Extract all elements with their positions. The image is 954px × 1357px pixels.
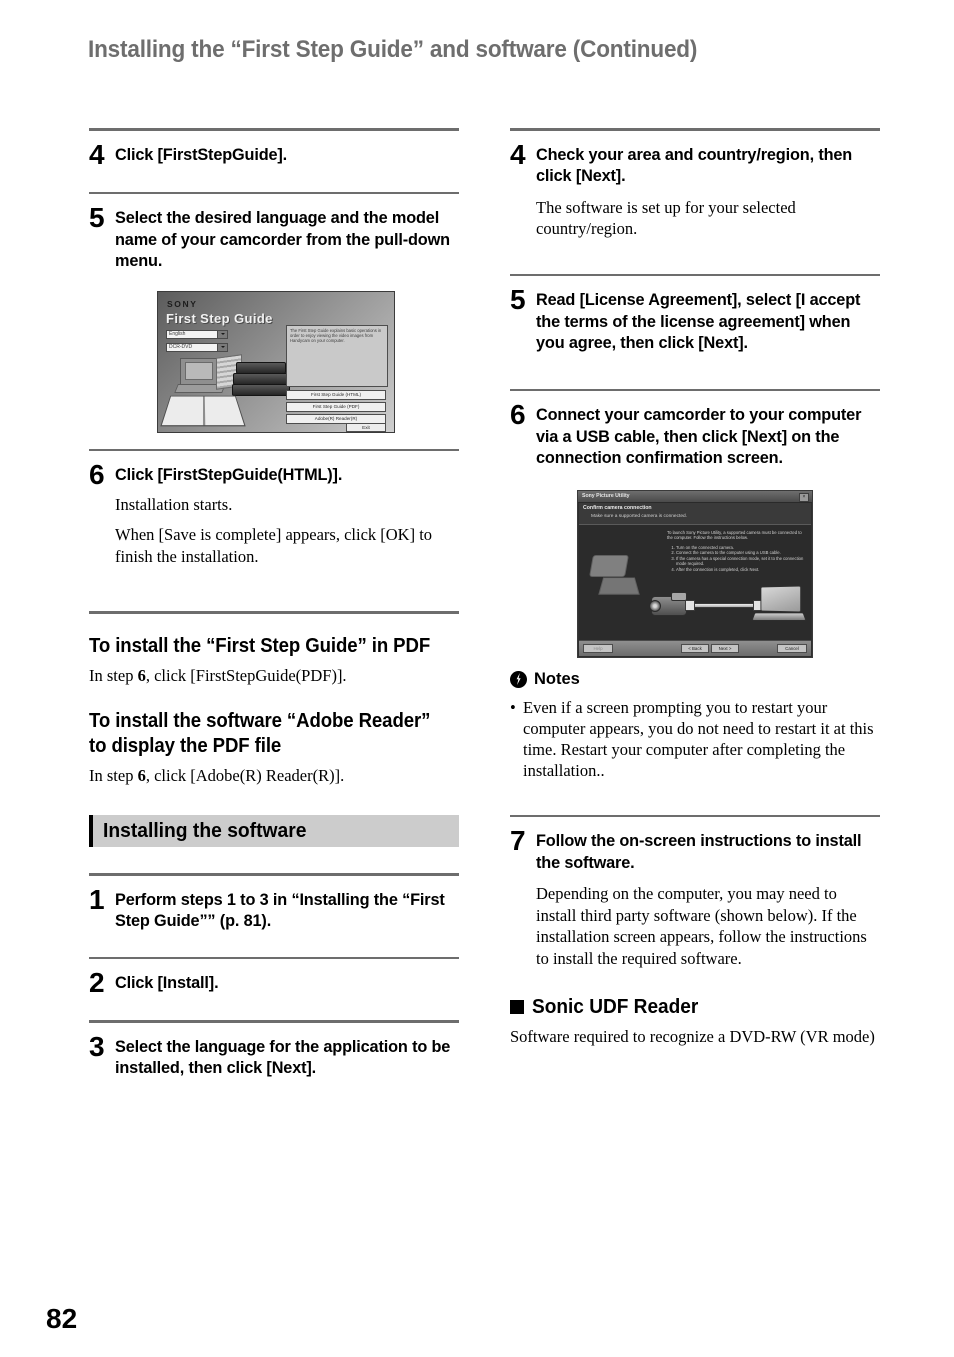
step-ref: 6: [137, 666, 146, 685]
model-dropdown[interactable]: DCR-DVD: [166, 342, 228, 352]
sonic-udf-reader-text: Software required to recognize a DVD-RW …: [510, 1027, 875, 1046]
description-text: The First Step Guide explains basic oper…: [290, 327, 382, 344]
usb-plug-left-icon: [685, 599, 695, 611]
step-heading: Perform steps 1 to 3 in “Installing the …: [115, 890, 445, 931]
black-square-icon: [510, 1000, 524, 1014]
sonic-udf-reader-heading: Sonic UDF Reader: [510, 995, 880, 1019]
step-block-1-left: 1 Perform steps 1 to 3 in “Installing th…: [89, 876, 459, 933]
subsection-heading-pdf: To install the “First Step Guide” in PDF: [89, 634, 431, 657]
page-title: Installing the “First Step Guide” and so…: [88, 36, 698, 63]
close-icon[interactable]: ×: [799, 492, 809, 502]
step-number: 2: [89, 967, 105, 998]
section-bar-label: Installing the software: [103, 819, 307, 842]
window-title: Sony Picture Utility: [582, 492, 630, 499]
first-step-guide-pdf-button[interactable]: First Step Guide (PDF): [286, 401, 386, 412]
section-bar-installing-software: Installing the software: [89, 815, 459, 847]
step-number: 6: [89, 459, 105, 490]
dialog-footer: Help < Back Next > Cancel: [579, 639, 811, 656]
dialog-header: Confirm camera connection Make sure a su…: [579, 502, 811, 525]
dialog-header-line2: Make sure a supported camera is connecte…: [591, 513, 687, 519]
step-text: Depending on the computer, you may need …: [536, 884, 867, 968]
book-stack-illustration: [232, 361, 290, 402]
step-block-6-right: 6 Connect your camcorder to your compute…: [510, 391, 880, 470]
next-button[interactable]: Next >: [711, 643, 739, 653]
bolt-badge-icon: [510, 670, 527, 688]
connection-confirmation-screenshot: Sony Picture Utility × Confirm camera co…: [577, 489, 813, 658]
exit-button[interactable]: Exit: [346, 422, 386, 432]
step-number: 7: [510, 825, 526, 856]
first-step-guide-screenshot: SONY First Step Guide English DCR-DVD Th…: [157, 290, 395, 433]
step-number: 5: [510, 284, 526, 315]
instructions-block: To launch Sony Picture Utility, a suppor…: [667, 530, 806, 573]
step-number: 4: [510, 138, 526, 170]
step-number: 1: [89, 883, 105, 915]
chevron-down-icon: [217, 330, 227, 338]
first-step-guide-html-button[interactable]: First Step Guide (HTML): [286, 389, 386, 400]
step-heading: Select the desired language and the mode…: [115, 209, 450, 270]
step-heading: Follow the on-screen instructions to ins…: [536, 832, 862, 872]
ghost-illustration: [589, 553, 645, 605]
sonic-udf-reader-label: Sonic UDF Reader: [532, 995, 699, 1018]
step-block-7-right: 7 Follow the on-screen instructions to i…: [510, 817, 880, 969]
instructions-list: Turn on the connected camera. Connect th…: [667, 545, 806, 573]
step-ref: 6: [137, 766, 146, 785]
back-button[interactable]: < Back: [681, 643, 709, 653]
window-titlebar: Sony Picture Utility ×: [578, 490, 812, 503]
step-number: 6: [510, 399, 526, 430]
text-suffix: , click [FirstStepGuide(PDF)].: [145, 666, 347, 685]
instruction-item: After the connection is completed, click…: [676, 567, 806, 573]
laptop-illustration: [751, 584, 807, 622]
help-button[interactable]: Help: [583, 643, 613, 653]
note-list-item: • Even if a screen prompting you to rest…: [510, 697, 880, 781]
step-block-4-right: 4 Check your area and country/region, th…: [510, 131, 880, 240]
note-text: Even if a screen prompting you to restar…: [523, 697, 874, 780]
subsection-body-pdf: In step 6, click [FirstStepGuide(PDF)].: [89, 665, 459, 687]
text-prefix: In step: [89, 666, 138, 685]
dialog-header-line1: Confirm camera connection: [583, 504, 652, 511]
step-block-5-right: 5 Read [License Agreement], select [I ac…: [510, 276, 880, 355]
sony-logo: SONY: [167, 298, 198, 309]
instructions-intro: To launch Sony Picture Utility, a suppor…: [667, 529, 802, 541]
step-text: The software is set up for your selected…: [536, 197, 796, 239]
language-dropdown[interactable]: English: [166, 329, 228, 339]
step-text: Installation starts.: [115, 494, 233, 514]
description-panel: The First Step Guide explains basic oper…: [286, 324, 388, 387]
step-heading: Click [Install].: [115, 974, 219, 992]
text-prefix: In step: [89, 766, 138, 785]
screenshot-title: First Step Guide: [166, 310, 273, 326]
step-heading: Read [License Agreement], select [I acce…: [536, 291, 861, 352]
chevron-down-icon: [217, 343, 227, 351]
notes-title: Notes: [534, 669, 580, 688]
language-dropdown-value: English: [169, 330, 186, 337]
page-number: 82: [46, 1303, 78, 1334]
usb-cable-illustration: [691, 602, 757, 608]
step-block-6-left: 6 Click [FirstStepGuide(HTML)]. Installa…: [89, 451, 459, 567]
step-heading: Click [FirstStepGuide(HTML)].: [115, 466, 343, 484]
dialog-body: To launch Sony Picture Utility, a suppor…: [579, 524, 811, 640]
left-column: 4 Click [FirstStepGuide]. 5 Select the d…: [89, 128, 459, 1080]
step-text: When [Save is complete] appears, click […: [115, 525, 433, 566]
subsection-body-reader: In step 6, click [Adobe(R) Reader(R)].: [89, 765, 459, 787]
step-block-2-left: 2 Click [Install].: [89, 959, 459, 998]
step-number: 5: [89, 202, 105, 233]
text-suffix: , click [Adobe(R) Reader(R)].: [145, 766, 345, 785]
step-block-4-left: 4 Click [FirstStepGuide].: [89, 131, 459, 168]
step-number: 4: [89, 138, 105, 170]
step-number: 3: [89, 1030, 105, 1062]
cancel-button[interactable]: Cancel: [777, 643, 807, 653]
monitor-illustration: [180, 357, 218, 386]
step-block-3-left: 3 Select the language for the applicatio…: [89, 1023, 459, 1080]
instruction-item: If the camera has a special connection m…: [676, 556, 806, 567]
step-heading: Check your area and country/region, then…: [536, 145, 853, 186]
step-heading: Select the language for the application …: [115, 1037, 451, 1078]
right-column: 4 Check your area and country/region, th…: [510, 128, 880, 1048]
bullet-icon: •: [510, 697, 516, 717]
step-heading: Click [FirstStepGuide].: [115, 145, 288, 164]
subsection-heading-reader: To install the software “Adobe Reader” t…: [89, 710, 431, 757]
step-block-5-left: 5 Select the desired language and the mo…: [89, 194, 459, 273]
step-heading: Connect your camcorder to your computer …: [536, 406, 862, 467]
model-dropdown-value: DCR-DVD: [169, 343, 193, 350]
open-book-illustration: [160, 395, 246, 426]
notes-header: Notes: [510, 670, 880, 689]
